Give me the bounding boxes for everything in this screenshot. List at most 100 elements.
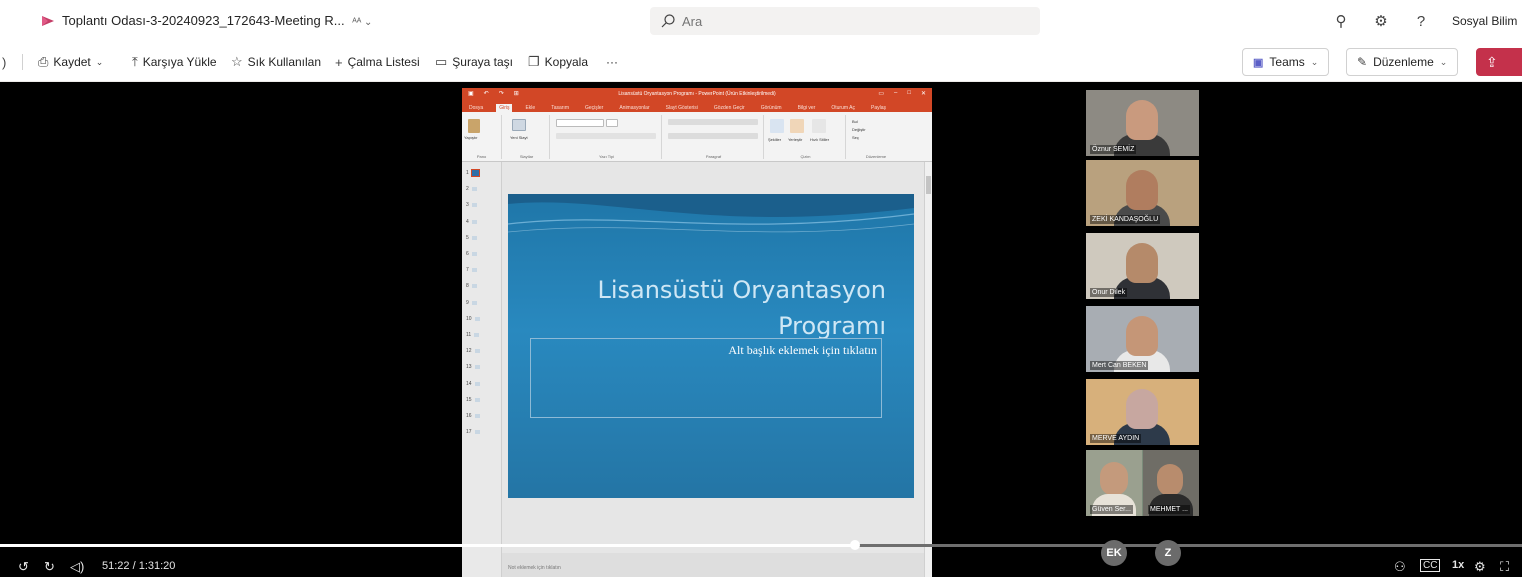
slide-thumbnail: 2: [466, 186, 477, 192]
move-to-button[interactable]: ▭ Şuraya taşı: [435, 53, 513, 71]
copy-button[interactable]: ❐ Kopyala: [528, 53, 588, 71]
slide-preview-icon: [471, 252, 477, 256]
slide-number: 15: [466, 396, 472, 403]
share-network-icon[interactable]: ⚲: [1332, 12, 1350, 30]
slide-preview-icon: [474, 397, 480, 402]
slide-thumbnail: 1: [466, 169, 480, 177]
divider: [22, 54, 23, 70]
ribbon-group-label: Yazı Tipi: [598, 154, 615, 159]
participant-name: ZEKİ KANDAŞOĞLU: [1090, 215, 1161, 224]
slide-thumbnail: 17: [466, 429, 480, 435]
notes-pane: Not eklemek için tıklatın: [502, 553, 924, 577]
forward-icon[interactable]: ↻: [44, 559, 55, 575]
slide-thumbnail: 6: [466, 251, 477, 257]
share-button[interactable]: ⇪: [1476, 48, 1522, 76]
participant-tile: Onur Dilek: [1086, 233, 1199, 299]
slide-preview-icon: [471, 219, 477, 224]
ppt-tab: Görünüm: [760, 105, 782, 111]
back-fragment-icon[interactable]: ): [2, 53, 6, 71]
settings-gear-icon[interactable]: ⚙: [1474, 559, 1486, 575]
ribbon-group-slides: Yeni Slayt Slaytlar: [504, 115, 550, 159]
participant-tile: Mert Can BEKEN: [1086, 306, 1199, 372]
slide-number: 7: [466, 267, 469, 274]
ribbon-group-font: Yazı Tipi: [552, 115, 662, 159]
playback-time: 51:22 / 1:31:20: [102, 560, 176, 572]
label-icon[interactable]: ᴬᴬ ⌄: [352, 17, 372, 28]
replace-label: Değiştir: [852, 127, 866, 132]
participant-name: Güven Ser...: [1090, 505, 1133, 514]
volume-icon[interactable]: ◁): [70, 559, 84, 575]
slide-thumbnail-pane: 1 2 3 4 5 6 7 8 9 10 11 12 13 14 15 16 17: [462, 162, 502, 577]
teams-dropdown[interactable]: ▣ Teams ⌄: [1242, 48, 1330, 76]
captions-icon[interactable]: CC: [1420, 559, 1441, 572]
favorites-label: Sık Kullanılan: [247, 55, 322, 69]
copy-label: Kopyala: [544, 55, 589, 69]
settings-gear-icon[interactable]: ⚙: [1372, 12, 1390, 30]
slide-thumbnail: 3: [466, 202, 477, 208]
editing-mode-label: Düzenleme: [1373, 55, 1434, 69]
more-button[interactable]: ···: [606, 53, 618, 71]
slide-thumbnail: 16: [466, 413, 480, 419]
chevron-down-icon: ⌄: [1439, 56, 1448, 67]
ppt-tab: Giriş: [496, 104, 513, 112]
slide-number: 3: [466, 202, 469, 209]
shapes-label: Şekiller: [768, 137, 782, 142]
paste-label: Yapıştır: [464, 135, 478, 140]
arrange-label: Yerleştir: [788, 137, 803, 142]
editing-mode-dropdown[interactable]: ✎ Düzenleme ⌄: [1346, 48, 1459, 76]
slide-preview-icon: [474, 349, 480, 354]
save-icon: ⎙: [38, 54, 49, 69]
quick-styles-label: Hızlı Stiller: [810, 137, 830, 142]
upload-label: Karşıya Yükle: [142, 55, 217, 69]
slide-preview-icon: [474, 381, 480, 386]
slide-number: 12: [466, 348, 472, 355]
search-box[interactable]: [650, 7, 1040, 35]
notes-placeholder-text: Not eklemek için tıklatın: [508, 565, 561, 571]
slide-wave-decoration: [508, 194, 914, 233]
slide-thumbnail: 10: [466, 316, 480, 322]
participant-tile-split: Güven Ser... MEHMET ...: [1086, 450, 1199, 516]
help-icon[interactable]: ?: [1412, 12, 1430, 30]
save-button[interactable]: ⎙ Kaydet ⌄: [38, 53, 103, 71]
avatar: EK: [1101, 540, 1127, 566]
slide-preview-icon: [470, 169, 480, 177]
playback-speed-button[interactable]: 1x: [1452, 559, 1464, 571]
fullscreen-icon[interactable]: ⛶: [1500, 559, 1509, 575]
ppt-tab: Paylaş: [870, 105, 886, 111]
shared-powerpoint-window: ▣ ↶ ↷ ⊞ Lisansüstü Oryantasyon Programı - P…: [462, 88, 932, 577]
rewind-icon[interactable]: ↺: [18, 559, 29, 575]
slide-preview-icon: [471, 203, 477, 208]
ppt-ribbon-tabs: Dosya Giriş Ekle Tasarım Geçişler Animasyonla…: [462, 100, 932, 112]
slide-thumbnail: 13: [466, 364, 480, 370]
current-slide: Lisansüstü Oryantasyon Programı Alt başl…: [508, 194, 914, 498]
speaker-icon[interactable]: ⚇: [1394, 559, 1406, 575]
slide-number: 16: [466, 413, 472, 419]
search-icon: [661, 14, 675, 28]
ppt-tab: Gözden Geçir: [713, 105, 745, 111]
slide-thumbnail: 8: [466, 283, 477, 289]
slide-number: 14: [466, 380, 472, 387]
slide-thumbnail: 12: [466, 348, 480, 354]
slide-preview-icon: [474, 414, 480, 418]
ribbon-group-paragraph: Paragraf: [664, 115, 764, 159]
quick-access-toolbar: ▣ ↶ ↷ ⊞: [468, 91, 519, 97]
video-player[interactable]: ▣ ↶ ↷ ⊞ Lisansüstü Oryantasyon Programı - P…: [0, 82, 1522, 577]
slide-number: 17: [466, 429, 472, 436]
favorites-button[interactable]: ☆ Sık Kullanılan: [231, 53, 321, 71]
teams-label: Teams: [1269, 55, 1305, 69]
upload-button[interactable]: ⤒ Karşıya Yükle: [132, 53, 217, 71]
account-name[interactable]: Sosyal Bilim: [1452, 14, 1522, 28]
slide-preview-icon: [471, 284, 477, 289]
slide-preview-icon: [471, 300, 477, 305]
avatar: Z: [1155, 540, 1181, 566]
select-label: Seç: [852, 135, 859, 140]
slide-preview-icon: [471, 235, 477, 240]
ribbon-group-label: Pano: [476, 154, 487, 159]
teams-icon: ▣: [1253, 56, 1264, 69]
ppt-ribbon: Yapıştır Pano Yeni Slayt Slaytlar Yazı T…: [462, 112, 932, 162]
progress-handle[interactable]: [850, 540, 860, 550]
search-input[interactable]: [682, 11, 1022, 31]
copy-icon: ❐: [528, 54, 540, 69]
document-title[interactable]: Toplantı Odası-3-20240923_172643-Meeting…: [62, 13, 372, 28]
playlist-button[interactable]: + Çalma Listesi: [335, 53, 420, 71]
